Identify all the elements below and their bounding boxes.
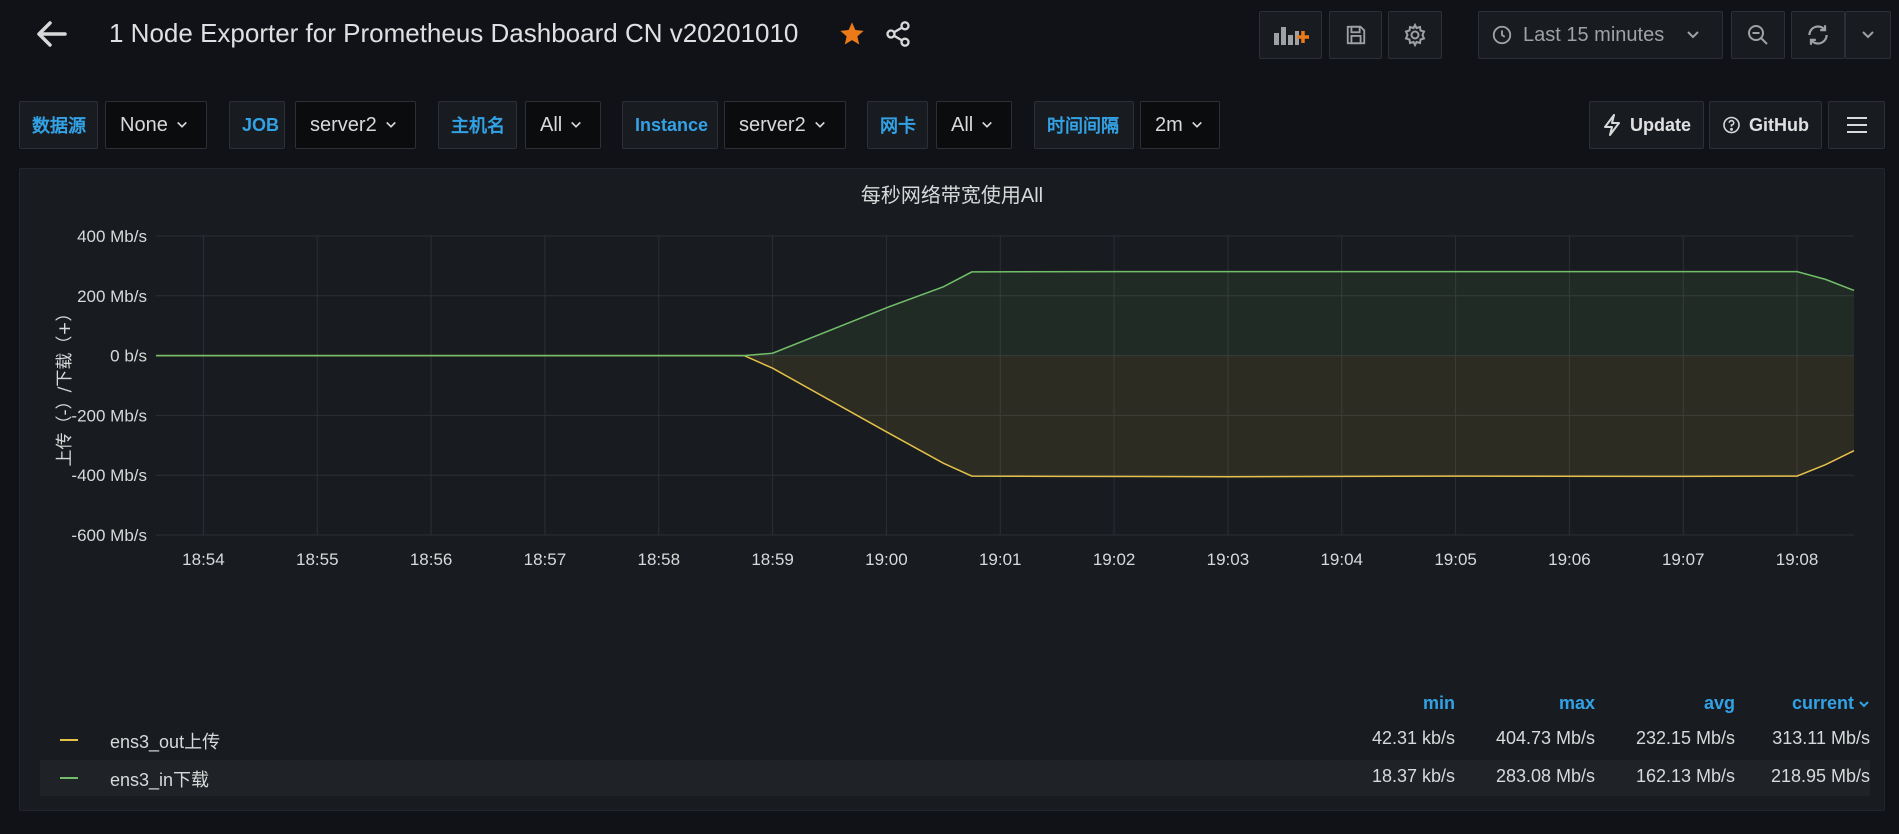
update-link[interactable]: Update xyxy=(1589,101,1704,149)
x-tick-label: 19:02 xyxy=(1093,550,1136,569)
legend-value-min: 42.31 kb/s xyxy=(1371,728,1455,748)
legend-header-min[interactable]: min xyxy=(1370,693,1455,714)
legend-series-name[interactable]: ens3_out上传 xyxy=(110,728,220,754)
x-tick-label: 18:56 xyxy=(410,550,453,569)
hostname-value: All xyxy=(540,113,563,136)
star-icon[interactable] xyxy=(838,20,866,48)
dashboard-title[interactable]: 1 Node Exporter for Prometheus Dashboard… xyxy=(109,18,798,49)
legend-value-avg: 162.13 Mb/s xyxy=(1635,766,1735,786)
x-tick-label: 18:54 xyxy=(182,550,225,569)
add-panel-icon xyxy=(1273,27,1309,45)
nic-select[interactable]: All xyxy=(936,101,1012,149)
legend-header-current-label: current xyxy=(1791,693,1854,713)
legend-row: ens3_out上传 42.31 kb/s 404.73 Mb/s 232.15… xyxy=(40,722,1870,758)
zoom-out-icon xyxy=(1748,25,1768,45)
legend-series-name[interactable]: ens3_in下载 xyxy=(110,766,209,792)
refresh-icon xyxy=(1808,25,1828,45)
top-navbar: 1 Node Exporter for Prometheus Dashboard… xyxy=(0,0,1899,70)
save-dashboard-button[interactable] xyxy=(1329,11,1382,59)
x-tick-label: 19:03 xyxy=(1207,550,1250,569)
interval-value: 2m xyxy=(1155,113,1183,136)
x-tick-label: 19:01 xyxy=(979,550,1022,569)
refresh-interval-dropdown[interactable] xyxy=(1845,11,1891,59)
instance-label: Instance xyxy=(622,101,718,149)
instance-select[interactable]: server2 xyxy=(724,101,846,149)
y-tick-label: 0 b/s xyxy=(110,347,147,366)
series-area xyxy=(156,355,1854,477)
time-range-label: Last 15 minutes xyxy=(1523,23,1665,46)
x-tick-label: 18:58 xyxy=(637,550,680,569)
menu-button[interactable] xyxy=(1828,101,1885,149)
github-link[interactable]: GitHub xyxy=(1709,101,1822,149)
hostname-select[interactable]: All xyxy=(525,101,601,149)
legend-header-avg[interactable]: avg xyxy=(1610,693,1735,714)
hostname-label: 主机名 xyxy=(438,101,517,149)
time-range-picker[interactable]: Last 15 minutes xyxy=(1478,11,1723,59)
legend-value-current: 218.95 Mb/s xyxy=(1770,766,1870,786)
chevron-down-icon xyxy=(385,121,396,128)
bandwidth-chart[interactable]: 400 Mb/s 200 Mb/s 0 b/s -200 Mb/s -400 Mb/s -… xyxy=(20,169,1886,679)
x-tick-label: 19:07 xyxy=(1662,550,1705,569)
nic-label: 网卡 xyxy=(867,101,928,149)
refresh-button[interactable] xyxy=(1791,11,1845,59)
zoom-out-button[interactable] xyxy=(1731,11,1785,59)
chevron-down-icon xyxy=(982,121,993,128)
legend-header-max[interactable]: max xyxy=(1470,693,1595,714)
chevron-down-icon xyxy=(1687,31,1699,39)
legend-value-max: 283.08 Mb/s xyxy=(1495,766,1595,786)
y-tick-label: 200 Mb/s xyxy=(77,287,147,306)
job-select[interactable]: server2 xyxy=(295,101,416,149)
github-link-label: GitHub xyxy=(1749,114,1809,135)
gear-icon xyxy=(1404,23,1426,47)
y-tick-label: -600 Mb/s xyxy=(71,526,147,545)
interval-select[interactable]: 2m xyxy=(1140,101,1220,149)
y-tick-label: 400 Mb/s xyxy=(77,227,147,246)
x-tick-label: 19:04 xyxy=(1320,550,1363,569)
share-icon[interactable] xyxy=(884,20,912,48)
x-tick-label: 19:00 xyxy=(865,550,908,569)
chevron-down-icon xyxy=(1191,121,1202,128)
legend-value-min: 18.37 kb/s xyxy=(1371,766,1455,786)
x-tick-label: 19:08 xyxy=(1776,550,1819,569)
y-tick-label: -400 Mb/s xyxy=(71,466,147,485)
clock-icon xyxy=(1492,25,1512,45)
instance-value: server2 xyxy=(739,113,806,136)
sort-chevron-down-icon xyxy=(1859,700,1869,707)
legend-swatch-in[interactable] xyxy=(60,777,78,779)
chevron-down-icon xyxy=(814,121,825,128)
hamburger-menu-icon xyxy=(1846,117,1867,133)
job-value: server2 xyxy=(310,113,377,136)
legend-value-avg: 232.15 Mb/s xyxy=(1635,728,1735,748)
legend-swatch-out[interactable] xyxy=(60,739,78,741)
chevron-down-icon xyxy=(176,121,187,128)
y-tick-label: -200 Mb/s xyxy=(71,406,147,425)
back-arrow-icon[interactable] xyxy=(34,16,70,52)
nic-value: All xyxy=(951,113,974,136)
x-tick-label: 18:55 xyxy=(296,550,339,569)
update-link-label: Update xyxy=(1629,114,1691,135)
x-tick-label: 18:59 xyxy=(751,550,794,569)
legend-header-current[interactable]: current xyxy=(1760,693,1870,714)
x-tick-label: 19:05 xyxy=(1434,550,1477,569)
datasource-label: 数据源 xyxy=(19,101,98,149)
question-circle-icon xyxy=(1723,116,1740,134)
datasource-select[interactable]: None xyxy=(105,101,207,149)
lightning-icon xyxy=(1603,114,1620,136)
datasource-value: None xyxy=(120,113,168,136)
legend-value-max: 404.73 Mb/s xyxy=(1495,728,1595,748)
x-tick-label: 18:57 xyxy=(524,550,567,569)
interval-label: 时间间隔 xyxy=(1034,101,1134,149)
series-area xyxy=(156,271,1854,356)
legend-row: ens3_in下载 18.37 kb/s 283.08 Mb/s 162.13 … xyxy=(40,760,1870,796)
y-axis-label: 上传（-）/下载（+） xyxy=(55,304,75,466)
chevron-down-icon xyxy=(1862,31,1874,39)
chevron-down-icon xyxy=(571,121,582,128)
settings-button[interactable] xyxy=(1388,11,1442,59)
x-tick-label: 19:06 xyxy=(1548,550,1591,569)
job-label: JOB xyxy=(229,101,285,149)
network-bandwidth-panel: 每秒网络带宽使用All 400 Mb/s 200 Mb/s 0 b/s -200 Mb… xyxy=(19,168,1885,811)
save-icon xyxy=(1346,25,1365,45)
legend-value-current: 313.11 Mb/s xyxy=(1772,728,1870,748)
add-panel-button[interactable] xyxy=(1259,11,1322,59)
